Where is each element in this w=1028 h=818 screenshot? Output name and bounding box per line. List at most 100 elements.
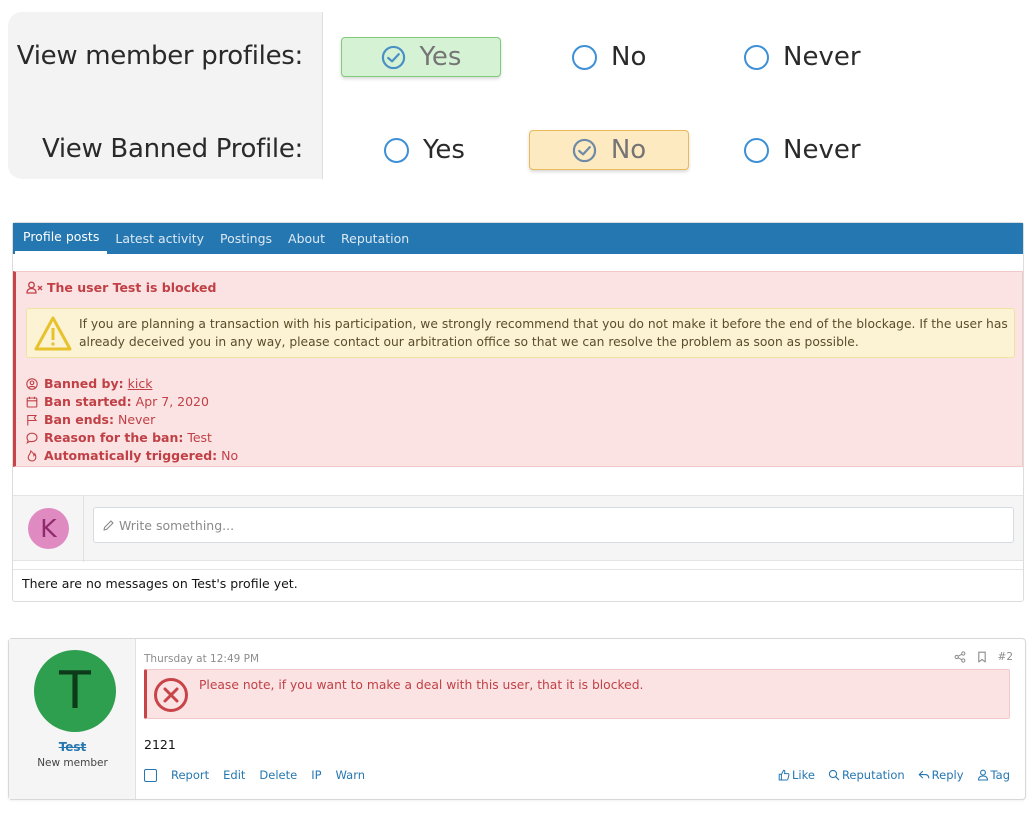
reputation-button[interactable]: Reputation bbox=[828, 768, 905, 782]
radio-empty-icon bbox=[744, 44, 769, 70]
post-actions-left: Report Edit Delete IP Warn bbox=[171, 768, 379, 782]
tab-latest-activity[interactable]: Latest activity bbox=[107, 223, 212, 254]
error-circle-icon bbox=[154, 678, 188, 712]
post-actions-right: Like Reputation Reply Tag bbox=[765, 768, 1010, 782]
option-no[interactable]: No bbox=[572, 37, 646, 77]
post-timestamp[interactable]: Thursday at 12:49 PM bbox=[144, 653, 259, 665]
select-checkbox[interactable] bbox=[144, 768, 157, 782]
bookmark-icon[interactable] bbox=[976, 651, 988, 663]
thumbs-up-icon bbox=[778, 769, 790, 781]
user-title: New member bbox=[37, 757, 108, 769]
option-no-selected[interactable]: No bbox=[529, 130, 689, 170]
option-never[interactable]: Never bbox=[744, 37, 861, 77]
post-user-info: T Test New member bbox=[9, 639, 136, 799]
tab-reputation[interactable]: Reputation bbox=[333, 223, 417, 254]
ip-link[interactable]: IP bbox=[311, 768, 321, 782]
tag-button[interactable]: Tag bbox=[977, 768, 1010, 782]
flag-icon bbox=[27, 414, 38, 426]
ban-notice: The user Test is blocked If you are plan… bbox=[13, 271, 1023, 467]
permission-label: View Banned Profile: bbox=[41, 134, 303, 164]
ban-label: Banned by: bbox=[44, 376, 124, 391]
post-body: 2121 bbox=[144, 737, 176, 752]
report-link[interactable]: Report bbox=[171, 768, 209, 782]
ban-value: Apr 7, 2020 bbox=[135, 394, 209, 409]
warning-triangle-icon bbox=[34, 316, 72, 351]
input-placeholder: Write something... bbox=[119, 517, 235, 533]
option-yes[interactable]: Yes bbox=[384, 130, 465, 170]
option-label: No bbox=[611, 42, 647, 72]
reply-icon bbox=[918, 770, 930, 779]
banned-by-link[interactable]: kick bbox=[128, 375, 153, 393]
notice-text: Please note, if you want to make a deal … bbox=[199, 678, 644, 692]
permission-row-view-member-profiles: View member profiles: Yes No Never bbox=[8, 33, 1020, 83]
user-tag-icon bbox=[977, 769, 988, 781]
tab-about[interactable]: About bbox=[280, 223, 333, 254]
ban-label: Reason for the ban: bbox=[44, 430, 184, 445]
ban-label: Ban ends: bbox=[44, 412, 114, 427]
post-actions: Report Edit Delete IP Warn Like Reputation R… bbox=[144, 767, 1010, 783]
option-label: Yes bbox=[423, 135, 465, 165]
flame-icon bbox=[27, 450, 37, 462]
ban-details: Banned by: kick Ban started: Apr 7, 2020… bbox=[26, 375, 238, 465]
option-never[interactable]: Never bbox=[744, 130, 861, 170]
permission-row-view-banned-profile: View Banned Profile: Yes No Never bbox=[8, 126, 1020, 176]
reply-button[interactable]: Reply bbox=[918, 768, 964, 782]
tab-profile-posts[interactable]: Profile posts bbox=[15, 223, 108, 254]
ban-detail-reason: Reason for the ban: Test bbox=[26, 429, 238, 447]
permission-label: View member profiles: bbox=[16, 41, 304, 71]
ban-detail-started: Ban started: Apr 7, 2020 bbox=[26, 393, 238, 411]
search-icon bbox=[828, 769, 840, 781]
ban-value: No bbox=[221, 448, 239, 463]
ban-detail-auto: Automatically triggered: No bbox=[26, 447, 238, 465]
avatar[interactable]: T bbox=[34, 650, 116, 732]
check-circle-icon bbox=[572, 138, 596, 162]
radio-empty-icon bbox=[572, 44, 597, 70]
warning-text: If you are planning a transaction with h… bbox=[79, 317, 1008, 349]
reply-label: Reply bbox=[931, 768, 964, 782]
radio-empty-icon bbox=[384, 137, 409, 163]
ban-label: Ban started: bbox=[44, 394, 132, 409]
calendar-icon bbox=[26, 396, 38, 408]
ban-title: The user Test is blocked bbox=[26, 280, 216, 295]
share-icon[interactable] bbox=[954, 651, 966, 663]
option-label: Never bbox=[783, 42, 861, 72]
username-link[interactable]: Test bbox=[9, 740, 136, 754]
divider bbox=[83, 496, 84, 562]
blocked-notice: Please note, if you want to make a deal … bbox=[144, 669, 1010, 719]
warning-block: If you are planning a transaction with h… bbox=[26, 308, 1015, 358]
forum-post: T Test New member Thursday at 12:49 PM #… bbox=[8, 638, 1026, 800]
delete-link[interactable]: Delete bbox=[259, 768, 297, 782]
tab-postings[interactable]: Postings bbox=[212, 223, 280, 254]
ban-label: Automatically triggered: bbox=[44, 448, 218, 463]
option-label: No bbox=[610, 135, 647, 165]
user-blocked-icon bbox=[26, 281, 43, 294]
check-circle-icon bbox=[381, 45, 405, 69]
ban-value: Test bbox=[187, 430, 212, 445]
like-button[interactable]: Like bbox=[778, 768, 815, 782]
permissions-panel: View member profiles: Yes No Never View … bbox=[8, 12, 1020, 179]
ban-value: Never bbox=[117, 412, 156, 427]
user-circle-icon bbox=[26, 378, 38, 390]
edit-link[interactable]: Edit bbox=[223, 768, 245, 782]
comment-icon bbox=[26, 432, 38, 444]
pencil-icon bbox=[103, 519, 114, 531]
avatar[interactable]: K bbox=[28, 508, 69, 549]
profile-tabs: Profile posts Latest activity Postings A… bbox=[13, 223, 1023, 254]
reputation-label: Reputation bbox=[841, 768, 905, 782]
radio-empty-icon bbox=[744, 137, 769, 163]
like-label: Like bbox=[792, 768, 815, 782]
option-label: Never bbox=[783, 135, 861, 165]
warn-link[interactable]: Warn bbox=[336, 768, 366, 782]
post-tools: #2 bbox=[944, 651, 1013, 663]
ban-title-text: The user Test is blocked bbox=[47, 280, 217, 295]
tag-label: Tag bbox=[990, 768, 1010, 782]
ban-detail-ends: Ban ends: Never bbox=[26, 411, 238, 429]
option-yes-selected[interactable]: Yes bbox=[341, 37, 501, 77]
post-number[interactable]: #2 bbox=[998, 651, 1013, 663]
ban-detail-banned-by: Banned by: kick bbox=[26, 375, 238, 393]
write-something-input[interactable]: Write something... bbox=[93, 507, 1014, 543]
option-label: Yes bbox=[419, 42, 462, 72]
status-composer: K Write something... bbox=[13, 495, 1023, 562]
profile-card: Profile posts Latest activity Postings A… bbox=[12, 222, 1024, 602]
no-messages-text: There are no messages on Test's profile … bbox=[13, 569, 1023, 597]
